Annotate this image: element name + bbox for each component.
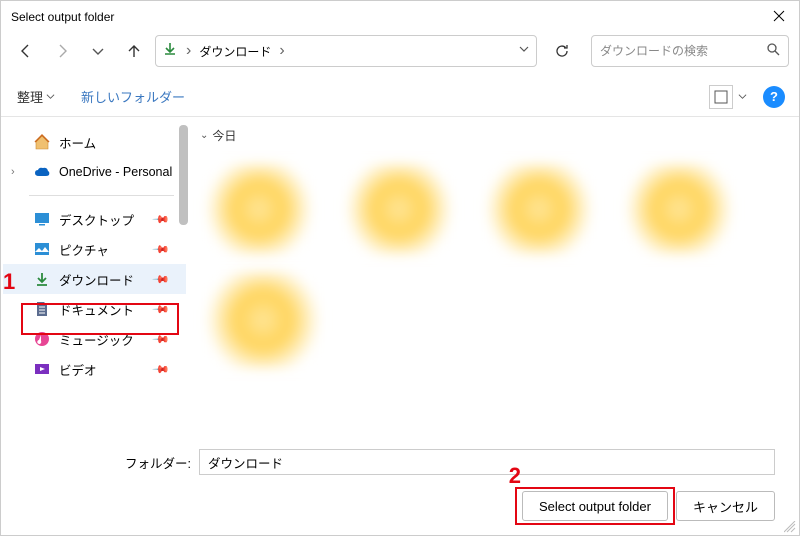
folder-label: フォルダー: xyxy=(125,453,191,472)
search-input[interactable] xyxy=(600,36,766,66)
content-pane: ⌄ 今日 xyxy=(188,117,799,441)
chevron-down-icon xyxy=(518,43,530,55)
navigation-pane: ホーム › OneDrive - Personal デスクトップ 📌 ピクチャ … xyxy=(1,117,188,441)
pictures-icon xyxy=(33,240,51,258)
home-icon xyxy=(33,133,51,151)
folder-thumbnail[interactable] xyxy=(344,164,454,254)
sidebar-item-desktop[interactable]: デスクトップ 📌 xyxy=(3,204,186,234)
chevron-right-icon: › xyxy=(11,166,15,178)
breadcrumb-item[interactable]: ダウンロード xyxy=(199,43,271,60)
arrow-right-icon xyxy=(54,43,70,59)
organize-button[interactable]: 整理 xyxy=(15,84,57,109)
refresh-button[interactable] xyxy=(547,37,577,65)
sidebar-item-onedrive[interactable]: › OneDrive - Personal xyxy=(3,157,186,187)
pin-icon: 📌 xyxy=(152,360,171,379)
help-button[interactable]: ? xyxy=(763,86,785,108)
group-header-today[interactable]: ⌄ 今日 xyxy=(194,123,799,148)
title-bar: Select output folder xyxy=(1,1,799,33)
resize-grip[interactable] xyxy=(784,520,796,532)
command-toolbar: 整理 新しいフォルダー ? xyxy=(1,77,799,117)
arrow-up-icon xyxy=(126,43,142,59)
sidebar-item-music[interactable]: ミュージック 📌 xyxy=(3,324,186,354)
sidebar-item-video[interactable]: ビデオ 📌 xyxy=(3,354,186,384)
back-button[interactable] xyxy=(11,37,41,65)
select-output-folder-button[interactable]: Select output folder xyxy=(522,491,668,521)
view-grid-icon xyxy=(714,90,728,104)
new-folder-button[interactable]: 新しいフォルダー xyxy=(79,84,187,109)
sidebar-item-pictures[interactable]: ピクチャ 📌 xyxy=(3,234,186,264)
sidebar-item-home[interactable]: ホーム xyxy=(3,127,186,157)
chevron-down-icon xyxy=(738,92,747,101)
chevron-down-icon xyxy=(46,92,55,101)
refresh-icon xyxy=(554,43,570,59)
folder-thumbnail[interactable] xyxy=(484,164,594,254)
chevron-down-icon xyxy=(90,43,106,59)
sidebar-scrollbar[interactable] xyxy=(179,125,188,225)
video-icon xyxy=(33,360,51,378)
recent-locations-button[interactable] xyxy=(83,37,113,65)
music-icon xyxy=(33,330,51,348)
close-button[interactable] xyxy=(773,9,785,25)
address-bar[interactable]: › ダウンロード › xyxy=(155,35,537,67)
breadcrumb-separator: › xyxy=(279,42,284,60)
bottom-bar: フォルダー: Select output folder キャンセル 2 xyxy=(1,441,799,535)
cancel-button[interactable]: キャンセル xyxy=(676,491,775,521)
sidebar-item-downloads[interactable]: ダウンロード 📌 xyxy=(3,264,186,294)
sidebar-item-documents[interactable]: ドキュメント 📌 xyxy=(3,294,186,324)
chevron-down-icon: ⌄ xyxy=(200,130,208,141)
search-icon xyxy=(766,42,780,61)
up-button[interactable] xyxy=(119,37,149,65)
main-area: ホーム › OneDrive - Personal デスクトップ 📌 ピクチャ … xyxy=(1,117,799,441)
pin-icon: 📌 xyxy=(152,270,171,289)
breadcrumb-separator: › xyxy=(186,42,191,60)
pin-icon: 📌 xyxy=(152,240,171,259)
navigation-toolbar: › ダウンロード › xyxy=(1,33,799,77)
pin-icon: 📌 xyxy=(152,330,171,349)
cloud-icon xyxy=(33,163,51,181)
folder-thumbnail[interactable] xyxy=(624,164,734,254)
divider xyxy=(29,195,174,196)
folder-thumbnail[interactable] xyxy=(204,164,314,254)
documents-icon xyxy=(33,300,51,318)
close-icon xyxy=(773,10,785,22)
view-mode-dropdown[interactable] xyxy=(735,92,749,101)
window-title: Select output folder xyxy=(11,10,114,24)
pin-icon: 📌 xyxy=(152,210,171,229)
download-folder-icon xyxy=(162,41,178,62)
pin-icon: 📌 xyxy=(152,300,171,319)
arrow-left-icon xyxy=(18,43,34,59)
search-box[interactable] xyxy=(591,35,789,67)
items-grid xyxy=(194,148,799,384)
download-icon xyxy=(33,270,51,288)
address-dropdown[interactable] xyxy=(518,42,530,60)
desktop-icon xyxy=(33,210,51,228)
forward-button[interactable] xyxy=(47,37,77,65)
folder-thumbnail[interactable] xyxy=(204,272,322,368)
folder-name-input[interactable] xyxy=(199,449,775,475)
view-mode-button[interactable] xyxy=(709,85,733,109)
